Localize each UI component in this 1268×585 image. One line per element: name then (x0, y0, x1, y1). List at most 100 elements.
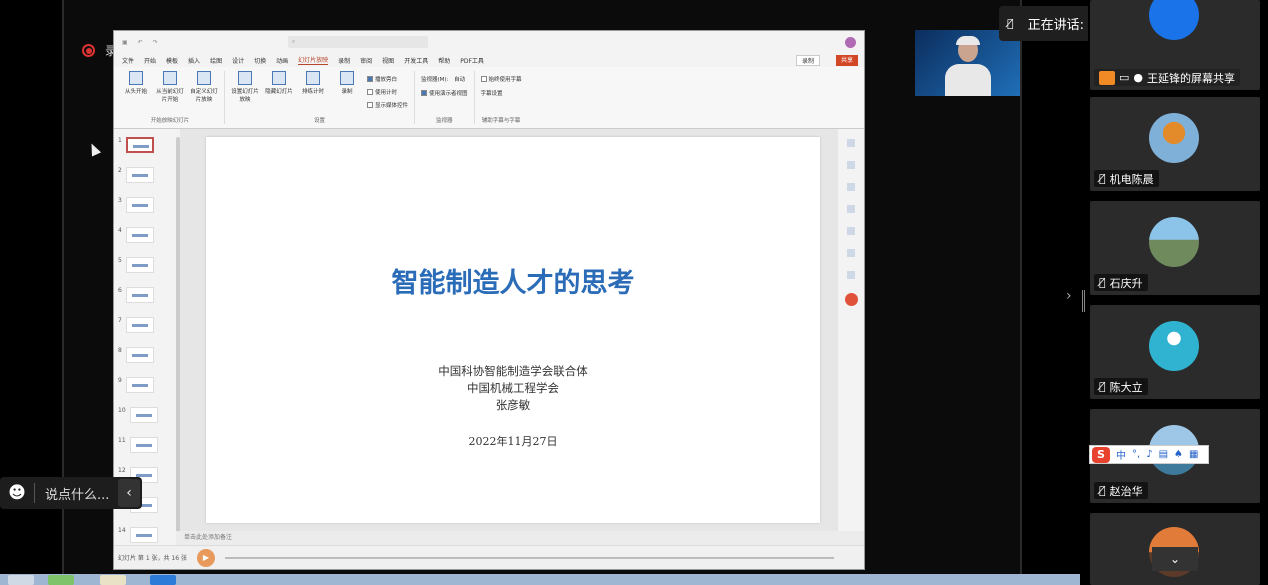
menu-transition[interactable]: 切换 (254, 56, 266, 65)
menu-insert[interactable]: 插入 (188, 56, 200, 65)
taskbar-app-icon[interactable] (150, 575, 176, 585)
slide-thumbnail[interactable]: 3 (118, 197, 154, 213)
slide-thumbnail[interactable]: 2 (118, 167, 154, 183)
presenter-body (945, 64, 991, 96)
slide-canvas: 智能制造人才的思考 中国科协智能制造学会联合体 中国机械工程学会 张彦敏 202… (180, 129, 838, 545)
always-captions-checkbox[interactable]: 始终使用字幕 (480, 73, 522, 84)
menu-template[interactable]: 模板 (166, 56, 178, 65)
media-controls-checkbox[interactable]: 显示媒体控件 (367, 99, 408, 110)
record-button[interactable]: 录制 (795, 54, 820, 66)
voice-icon[interactable]: ♪ (1146, 449, 1152, 460)
menu-draw[interactable]: 绘图 (210, 56, 222, 65)
grid-icon[interactable]: ▦ (1189, 449, 1198, 460)
participant-tile[interactable]: ▭ ● 王延锋的屏幕共享 (1090, 0, 1260, 90)
undo-icon[interactable]: ↶ (138, 39, 143, 46)
emoji-icon[interactable]: ☻ (0, 483, 34, 503)
participant-tile[interactable]: 🎙̸ 石庆升 (1090, 201, 1260, 295)
side-tool-icon[interactable] (847, 161, 855, 169)
from-beginning-label: 从头开始 (124, 89, 147, 95)
from-current-button[interactable]: 从当前幻灯片开始 (156, 71, 184, 116)
save-icon[interactable]: ▣ (122, 39, 128, 46)
timing-checkbox[interactable]: 使用计时 (367, 86, 408, 97)
avatar[interactable] (845, 36, 856, 48)
skin-icon[interactable]: ♠ (1174, 449, 1183, 460)
sogou-icon: S (1092, 446, 1110, 463)
side-tool-icon[interactable] (847, 183, 855, 191)
slide-thumbnail[interactable]: 7 (118, 317, 154, 333)
participant-tile[interactable]: 🎙̸ 陈大立 (1090, 305, 1260, 399)
record-show-button[interactable]: 录制 (333, 71, 361, 116)
rehearse-button[interactable]: 排练计时 (299, 71, 327, 116)
thumb-number: 12 (118, 467, 126, 474)
hide-slide-icon (272, 71, 286, 85)
chat-input-bar[interactable]: ☻ 说点什么... ‹ (0, 477, 142, 509)
taskbar-app-icon[interactable] (100, 575, 126, 585)
slide-thumbnail[interactable]: 11 (118, 437, 158, 453)
slide-thumbnail[interactable]: 5 (118, 257, 154, 273)
chevron-right-icon[interactable]: › (1066, 288, 1072, 304)
menu-slideshow[interactable]: 幻灯片放映 (298, 55, 329, 65)
side-tool-icon[interactable] (847, 205, 855, 213)
side-tool-icon[interactable] (847, 249, 855, 257)
powerpoint-window: ▣ ↶ ↷ ⌕ 文件 开始 模板 插入 绘图 设计 切换 动画 幻灯片放映 录制… (113, 30, 865, 570)
thumb-number: 11 (118, 437, 126, 444)
slide-thumbnail[interactable]: 10 (118, 407, 158, 423)
taskbar-app-icon[interactable] (8, 575, 34, 585)
side-tool-icon[interactable] (847, 227, 855, 235)
side-tool-icon[interactable] (847, 139, 855, 147)
meeting-window: 录制中 ▣ ↶ ↷ ⌕ 文件 开始 模板 插入 绘图 设计 切换 动画 幻灯片放… (0, 0, 1268, 585)
menu-developer[interactable]: 开发工具 (404, 56, 428, 65)
notes-pane[interactable]: 单击此处添加备注 (176, 531, 864, 545)
ime-toolbar[interactable]: S 中 °, ♪ ▤ ♠ ▦ (1089, 445, 1209, 464)
caption-settings-button[interactable]: 字幕设置 (481, 87, 522, 98)
slide-thumbnail[interactable]: 6 (118, 287, 154, 303)
chevron-left-icon[interactable]: ‹ (118, 479, 140, 507)
participant-name-tag: 🎙̸ 机电陈晨 (1094, 170, 1159, 187)
panel-splitter[interactable] (1082, 290, 1085, 312)
hide-slide-button[interactable]: 隐藏幻灯片 (265, 71, 293, 116)
slide-thumbnail[interactable]: 14 (118, 527, 158, 543)
ribbon-group-monitor: 监视器(M): 自动 使用演示者视图 监视器 (421, 71, 475, 124)
presenter-view-checkbox[interactable]: 使用演示者视图 (421, 87, 468, 98)
timeline-track[interactable] (225, 556, 834, 559)
menu-help[interactable]: 帮助 (438, 56, 450, 65)
menu-animation[interactable]: 动画 (276, 56, 288, 65)
participant-tile[interactable]: ⌄ (1090, 513, 1260, 585)
narration-checkbox[interactable]: 播放旁白 (367, 73, 408, 84)
custom-show-button[interactable]: 自定义幻灯片放映 (190, 71, 218, 116)
avatar (1149, 321, 1199, 371)
menu-pdf[interactable]: PDF工具 (460, 56, 484, 65)
slide-thumbnail[interactable]: 1 (118, 137, 154, 153)
setup-show-button[interactable]: 设置幻灯片放映 (231, 71, 259, 116)
ime-mode[interactable]: 中 (1116, 447, 1126, 462)
side-tool-icon[interactable] (847, 271, 855, 279)
from-beginning-button[interactable]: 从头开始 (122, 71, 150, 116)
ppt-search-box[interactable]: ⌕ (287, 36, 428, 48)
menu-view[interactable]: 视图 (382, 56, 394, 65)
current-slide[interactable]: 智能制造人才的思考 中国科协智能制造学会联合体 中国机械工程学会 张彦敏 202… (206, 137, 820, 523)
menu-home[interactable]: 开始 (144, 56, 156, 65)
ppt-ribbon: 从头开始 从当前幻灯片开始 自定义幻灯片放映 开始放映幻灯片 设置幻灯片放映 隐… (114, 67, 864, 129)
thumb-number: 4 (118, 227, 122, 234)
chevron-down-icon[interactable]: ⌄ (1152, 547, 1198, 571)
monitor-select[interactable]: 监视器(M): 自动 (421, 73, 468, 84)
ribbon-group-label: 监视器 (436, 118, 453, 124)
assistant-icon[interactable] (844, 293, 858, 306)
slide-thumbnail[interactable]: 9 (118, 377, 154, 393)
share-button[interactable]: 共享 (835, 54, 858, 66)
punctuation-icon[interactable]: °, (1132, 449, 1140, 460)
keyboard-icon[interactable]: ▤ (1159, 449, 1168, 460)
menu-file[interactable]: 文件 (122, 56, 134, 65)
monitor-value: 自动 (454, 76, 466, 83)
slide-org2: 中国机械工程学会 (467, 381, 559, 395)
redo-icon[interactable]: ↷ (153, 39, 158, 46)
menu-record[interactable]: 录制 (338, 56, 350, 65)
menu-design[interactable]: 设计 (232, 56, 244, 65)
slide-thumbnail[interactable]: 8 (118, 347, 154, 363)
taskbar-app-icon[interactable] (48, 575, 74, 585)
chat-input[interactable]: 说点什么... (45, 484, 109, 503)
play-icon[interactable]: ▶ (197, 548, 215, 567)
participant-tile[interactable]: 🎙̸ 机电陈晨 (1090, 97, 1260, 191)
menu-review[interactable]: 审阅 (360, 56, 372, 65)
slide-thumbnail[interactable]: 4 (118, 227, 154, 243)
